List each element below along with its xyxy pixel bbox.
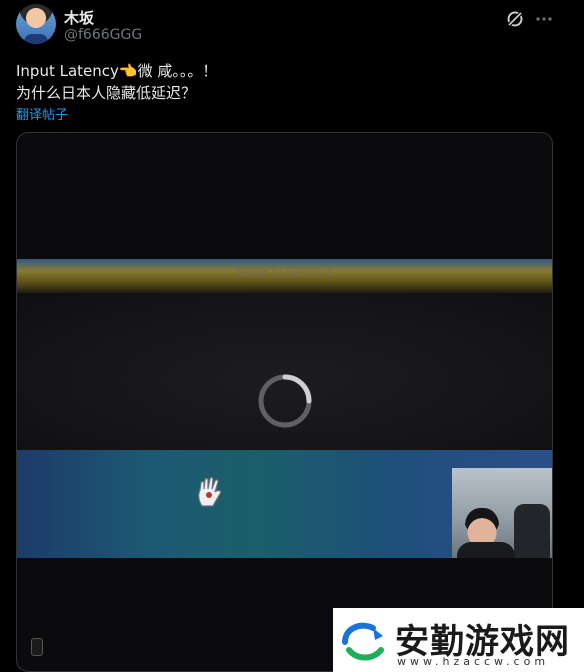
translate-post-link[interactable]: 翻译帖子 <box>16 104 68 123</box>
hand-icon <box>198 476 222 507</box>
watermark-url: www.hzaccw.com <box>397 655 550 668</box>
post-text-line: Input Latency👈微 咸。。。！ <box>16 62 218 80</box>
video-media[interactable]: Input Latency: 4 <box>16 132 553 672</box>
grok-icon[interactable] <box>505 9 525 29</box>
media-control-icon[interactable] <box>31 638 43 656</box>
tweet: 木坂 @f666GGG Input Latency👈微 咸。。。！ 为什么日本人… <box>0 0 584 672</box>
user-handle[interactable]: @f666GGG <box>64 27 142 43</box>
avatar[interactable] <box>16 4 56 44</box>
display-name[interactable]: 木坂 <box>64 7 94 28</box>
post-text-line: 为什么日本人隐藏低延迟？ <box>16 84 197 102</box>
watermark: 安勤游戏网 www.hzaccw.com <box>333 608 584 672</box>
webcam-overlay <box>452 468 552 558</box>
loading-spinner-icon <box>258 374 312 428</box>
post-text: Input Latency👈微 咸。。。！ 为什么日本人隐藏低延迟？ <box>16 60 217 104</box>
watermark-logo-icon <box>342 622 384 661</box>
latency-overlay-text: Input Latency: 4 <box>237 267 334 280</box>
more-icon[interactable] <box>534 9 554 29</box>
